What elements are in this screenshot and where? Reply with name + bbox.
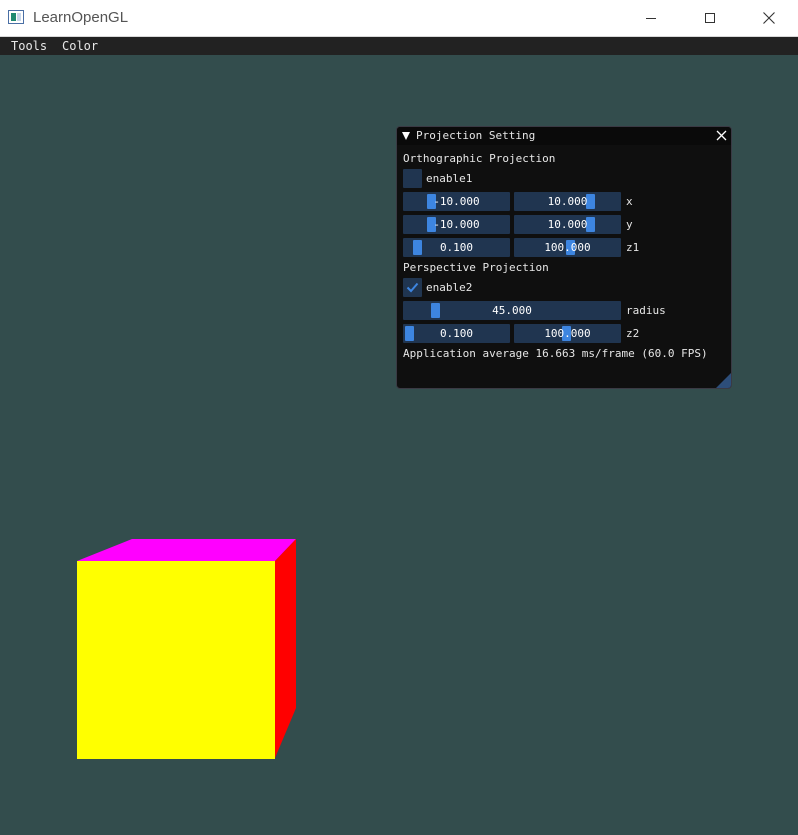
maximize-icon	[705, 13, 715, 23]
ortho-x-max-slider[interactable]: 10.000	[514, 192, 621, 211]
menu-bar: Tools Color	[0, 37, 798, 55]
minimize-icon	[646, 17, 656, 19]
slider-value: 100.000	[544, 327, 591, 340]
projection-setting-panel[interactable]: Projection Setting Orthographic Projecti…	[396, 126, 732, 389]
close-button[interactable]	[740, 0, 798, 36]
perspective-header: Perspective Projection	[403, 261, 549, 274]
slider-value: 45.000	[492, 304, 532, 317]
persp-z-near-slider[interactable]: 0.100	[403, 324, 510, 343]
ortho-z-far-slider[interactable]: 100.000	[514, 238, 621, 257]
panel-resize-grip[interactable]	[716, 373, 731, 388]
slider-value: -10.000	[433, 195, 480, 208]
slider-value: -10.000	[433, 218, 480, 231]
slider-value: 10.000	[547, 218, 588, 231]
slider-value: 10.000	[547, 195, 588, 208]
ortho-z-label: z1	[626, 241, 640, 254]
ortho-y-label: y	[626, 218, 633, 231]
cube-side-face	[275, 539, 296, 758]
menu-color[interactable]: Color	[62, 37, 98, 55]
enable1-checkbox[interactable]	[403, 169, 422, 188]
enable2-label: enable2	[426, 281, 473, 294]
maximize-button[interactable]	[681, 0, 739, 36]
opengl-app-icon	[8, 10, 24, 24]
enable1-label: enable1	[426, 172, 473, 185]
panel-title: Projection Setting	[416, 129, 536, 142]
checkmark-icon	[406, 282, 419, 293]
fps-text: Application average 16.663 ms/frame (60.…	[403, 347, 708, 360]
window-title-bar[interactable]: LearnOpenGL	[0, 0, 798, 37]
enable2-checkbox[interactable]	[403, 278, 422, 297]
persp-z-far-slider[interactable]: 100.000	[514, 324, 621, 343]
panel-close-icon[interactable]	[716, 130, 727, 141]
slider-value: 0.100	[439, 241, 474, 254]
persp-z-label: z2	[626, 327, 640, 340]
ortho-x-min-slider[interactable]: -10.000	[403, 192, 510, 211]
slider-value: 100.000	[544, 241, 591, 254]
panel-title-bar[interactable]: Projection Setting	[397, 127, 731, 145]
radius-label: radius	[626, 304, 666, 317]
ortho-x-label: x	[626, 195, 633, 208]
cube-front-face	[77, 561, 275, 759]
cube-top-face	[77, 539, 296, 561]
ortho-y-max-slider[interactable]: 10.000	[514, 215, 621, 234]
ortho-z-near-slider[interactable]: 0.100	[403, 238, 510, 257]
radius-slider[interactable]: 45.000	[403, 301, 621, 320]
collapse-triangle-icon[interactable]	[402, 132, 410, 140]
ortho-y-min-slider[interactable]: -10.000	[403, 215, 510, 234]
menu-tools[interactable]: Tools	[11, 37, 47, 55]
window-title: LearnOpenGL	[33, 9, 129, 26]
close-icon	[763, 12, 775, 24]
orthographic-header: Orthographic Projection	[403, 152, 556, 165]
minimize-button[interactable]	[622, 0, 680, 36]
slider-value: 0.100	[439, 327, 474, 340]
